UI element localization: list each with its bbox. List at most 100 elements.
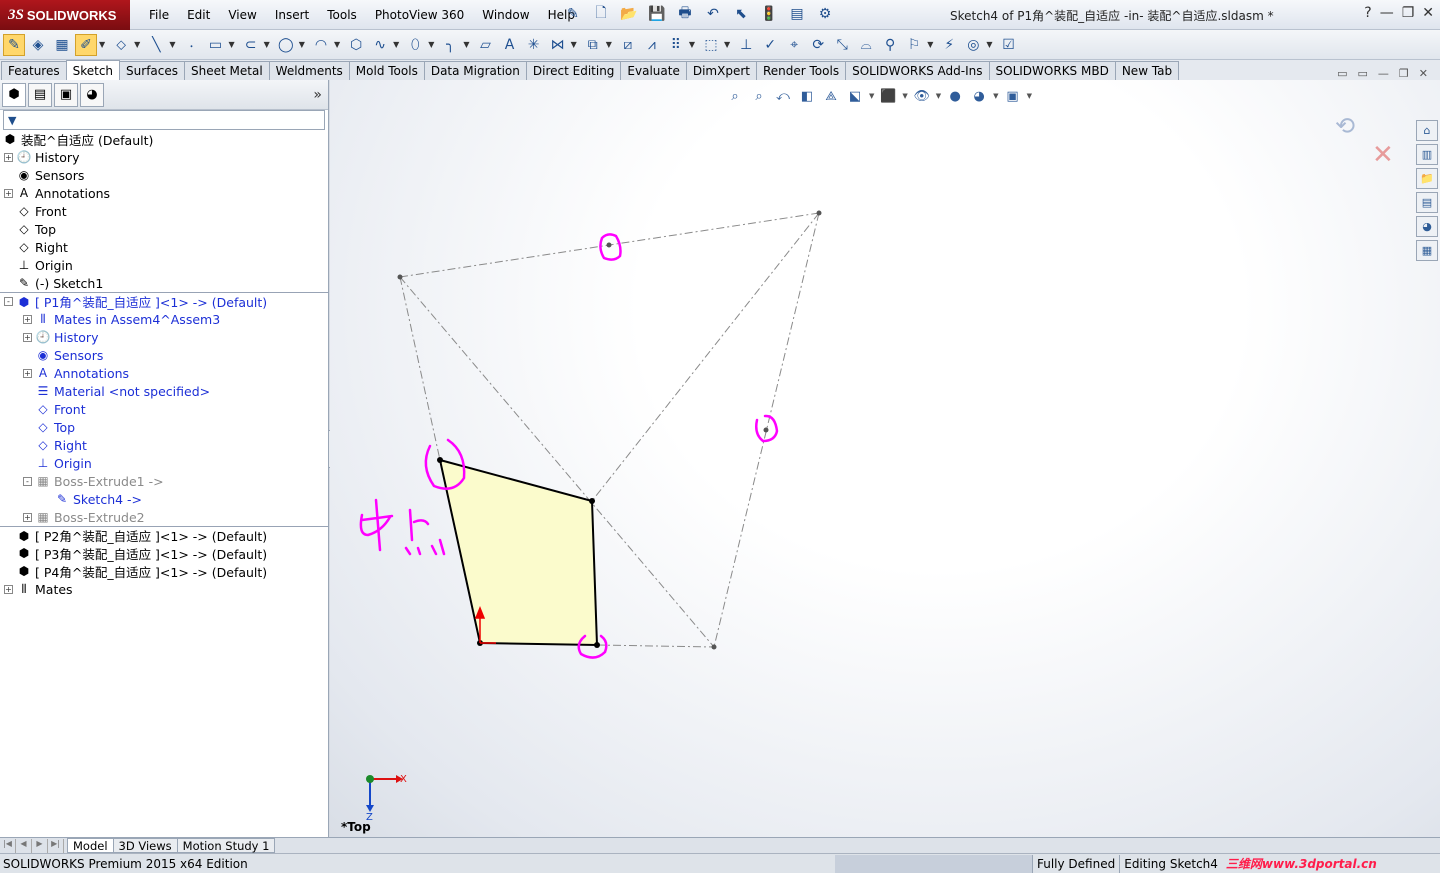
- print-icon[interactable]: 🖶: [674, 4, 696, 24]
- tree-node[interactable]: ✎ (-) Sketch1: [0, 274, 329, 292]
- select-icon[interactable]: ⬉: [730, 4, 752, 24]
- file-explorer-icon[interactable]: 📁: [1416, 168, 1438, 189]
- graphics-area[interactable]: X Z: [330, 80, 1440, 837]
- solidworks-logo[interactable]: 3S SOLIDWORKS: [0, 0, 130, 30]
- customize-icon[interactable]: ☑: [998, 34, 1020, 56]
- section-view-icon[interactable]: ◧: [797, 87, 817, 105]
- tree-node[interactable]: ⊥ Origin: [0, 256, 329, 274]
- tree-node[interactable]: + 🕘 History: [0, 328, 329, 346]
- undo-icon[interactable]: ↶: [702, 4, 724, 24]
- exit-sketch-icon[interactable]: ✎: [3, 33, 25, 56]
- zoom-to-fit-icon[interactable]: ⌕: [725, 87, 745, 105]
- expand-toggle-icon[interactable]: +: [4, 584, 13, 594]
- tree-node[interactable]: ⬢ [ P4角^装配_自适应 ]<1> -> (Default): [0, 562, 329, 580]
- tree-node[interactable]: - ▦ Boss-Extrude1 ->: [0, 472, 329, 490]
- file-properties-icon[interactable]: ▤: [786, 4, 808, 24]
- tab-render-tools[interactable]: Render Tools: [755, 61, 847, 80]
- check-sketch-icon[interactable]: ⚡: [938, 34, 960, 56]
- tree-node[interactable]: + 🕘 History: [0, 148, 329, 166]
- smart-dimension-icon[interactable]: ◈: [27, 34, 49, 56]
- curvature-icon[interactable]: ⚐: [903, 34, 925, 56]
- viewport-tile-icon[interactable]: ▭: [1337, 67, 1347, 80]
- prev-tab-icon[interactable]: ◀: [16, 838, 32, 853]
- custom-properties-icon[interactable]: ▦: [1416, 240, 1438, 261]
- vertex-point[interactable]: [589, 498, 595, 504]
- tree-node[interactable]: ☰ Material <not specified>: [0, 382, 329, 400]
- edit-sketch-icon[interactable]: ✐: [75, 33, 97, 56]
- viewport-close-icon[interactable]: ✕: [1419, 67, 1428, 80]
- help-icon[interactable]: ?: [1364, 5, 1371, 21]
- hide-show-items-icon[interactable]: 👁: [912, 87, 932, 105]
- cancel-sketch-icon[interactable]: ✕: [1372, 140, 1394, 170]
- menu-item[interactable]: Tools: [318, 8, 366, 22]
- close-icon[interactable]: ✕: [1422, 5, 1434, 21]
- tree-node[interactable]: + A Annotations: [0, 184, 329, 202]
- shaded-sketch-icon[interactable]: ⌓: [855, 34, 877, 56]
- tab-features[interactable]: Features: [1, 61, 67, 80]
- centerline-icon[interactable]: ⸳: [180, 34, 202, 56]
- circle-icon[interactable]: ◯: [275, 34, 297, 56]
- sketch-picture-icon[interactable]: ⚲: [879, 34, 901, 56]
- tree-node[interactable]: ◇ Front: [0, 202, 329, 220]
- convert-entities-icon[interactable]: ⧉: [582, 34, 604, 56]
- repair-icon[interactable]: ✓: [759, 34, 781, 56]
- vertex-point[interactable]: [594, 642, 600, 648]
- view-settings-icon[interactable]: ▣: [1003, 87, 1023, 105]
- first-tab-icon[interactable]: |◀: [0, 838, 16, 853]
- midpoint[interactable]: [606, 242, 612, 248]
- tree-node[interactable]: ◇ Front: [0, 400, 329, 418]
- expand-toggle-icon[interactable]: -: [23, 476, 32, 486]
- rectangle-icon[interactable]: ▭: [204, 34, 226, 56]
- apply-scene-icon[interactable]: ◕: [969, 87, 989, 105]
- tab-mold-tools[interactable]: Mold Tools: [348, 61, 425, 80]
- trim-icon[interactable]: ⋈: [547, 34, 569, 56]
- relations-icon[interactable]: ⊥: [735, 34, 757, 56]
- bottom-tab[interactable]: 3D Views: [112, 838, 178, 853]
- new-document-icon[interactable]: 🗋: [590, 4, 612, 24]
- home-icon[interactable]: ⌂: [1416, 120, 1438, 141]
- expand-panel-icon[interactable]: »: [313, 87, 322, 103]
- display-icon[interactable]: ◎: [962, 34, 984, 56]
- tab-evaluate[interactable]: Evaluate: [620, 61, 687, 80]
- point-icon[interactable]: ✳: [523, 34, 545, 56]
- tree-node[interactable]: ◇ Top: [0, 418, 329, 436]
- expand-toggle-icon[interactable]: +: [23, 512, 32, 522]
- sketch-point[interactable]: [711, 644, 717, 650]
- mirror-icon[interactable]: ⩘: [641, 34, 663, 56]
- tree-node[interactable]: ◇ Top: [0, 220, 329, 238]
- tree-node[interactable]: - ⬢ [ P1角^装配_自适应 ]<1> -> (Default): [0, 292, 329, 310]
- line-icon[interactable]: ╲: [145, 34, 167, 56]
- spline-icon[interactable]: ∿: [369, 34, 391, 56]
- tree-root[interactable]: ⬢ 装配^自适应 (Default): [0, 130, 329, 148]
- minimize-icon[interactable]: —: [1380, 5, 1394, 21]
- midpoint[interactable]: [763, 427, 769, 433]
- text-icon[interactable]: A: [499, 34, 521, 56]
- view-palette-icon[interactable]: ▤: [1416, 192, 1438, 213]
- quick-snaps-icon[interactable]: ⌖: [783, 34, 805, 56]
- dynamic-annotation-icon[interactable]: ⟁: [821, 87, 841, 105]
- tree-node[interactable]: ◉ Sensors: [0, 346, 329, 364]
- options-icon[interactable]: ⚙: [814, 4, 836, 24]
- tab-sketch[interactable]: Sketch: [65, 60, 121, 80]
- tree-node[interactable]: ⬢ [ P3角^装配_自适应 ]<1> -> (Default): [0, 544, 329, 562]
- zoom-to-area-icon[interactable]: ⌕: [749, 87, 769, 105]
- rebuild-icon[interactable]: 🚦: [758, 4, 780, 24]
- open-icon[interactable]: 📂: [618, 4, 640, 24]
- tab-data-migration[interactable]: Data Migration: [423, 61, 527, 80]
- tab-solidworks-add-ins[interactable]: SOLIDWORKS Add-Ins: [845, 61, 990, 80]
- dimension-icon[interactable]: ⬦: [110, 34, 132, 56]
- tree-node[interactable]: + ▦ Boss-Extrude2: [0, 508, 329, 526]
- menu-item[interactable]: PhotoView 360: [366, 8, 473, 22]
- vertex-point[interactable]: [437, 457, 443, 463]
- plane-icon[interactable]: ▱: [475, 34, 497, 56]
- rapid-sketch-icon[interactable]: ⟳: [807, 34, 829, 56]
- tab-new-tab[interactable]: New Tab: [1114, 61, 1180, 80]
- sketch-point[interactable]: [397, 274, 403, 280]
- tree-node[interactable]: ◇ Right: [0, 238, 329, 256]
- confirm-sketch-icon[interactable]: ⟲: [1335, 112, 1355, 140]
- expand-toggle-icon[interactable]: +: [23, 314, 32, 324]
- tree-node[interactable]: ✎ Sketch4 ->: [0, 490, 329, 508]
- expand-toggle-icon[interactable]: -: [4, 297, 13, 306]
- edit-appearance-icon[interactable]: ●: [945, 87, 965, 105]
- viewport-minimize-icon[interactable]: —: [1378, 67, 1389, 80]
